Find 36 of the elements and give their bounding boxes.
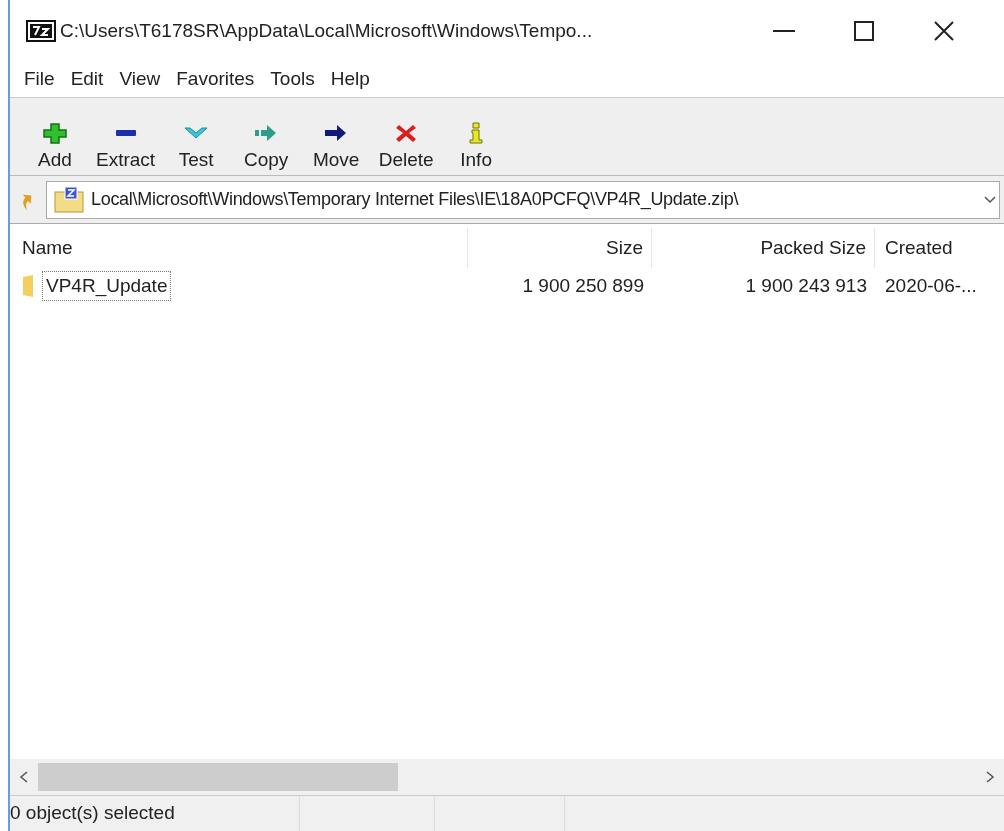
toolbar-button[interactable]: Move — [301, 122, 372, 169]
minus-icon — [115, 130, 136, 136]
table-cell-text: 1 900 250 899 — [521, 273, 645, 298]
chevron-down-icon[interactable] — [983, 194, 997, 205]
table-cell-text: 2020-06-... — [884, 273, 977, 298]
archive-icon — [53, 185, 85, 214]
file-row[interactable]: VP4R_Update 1 900 250 899 1 900 243 913 2020-06-... — [10, 268, 1004, 304]
menu-item[interactable]: Help — [324, 65, 376, 94]
toolbar-button[interactable]: Add — [20, 122, 90, 169]
status-text: 0 object(s) selected — [10, 801, 175, 826]
toolbar-button[interactable]: Copy — [231, 122, 302, 169]
menu-item[interactable]: View — [113, 65, 167, 94]
toolbar-button[interactable]: Delete — [371, 122, 442, 169]
maximize-icon — [854, 21, 874, 41]
window-title: C:\Users\T6178SR\AppData\Local\Microsoft\Windows\Tempo... — [60, 18, 593, 43]
menu-item[interactable]: Favorites — [170, 65, 261, 94]
close-icon — [934, 21, 954, 41]
toolbar-button[interactable]: Info — [441, 122, 512, 169]
column-header[interactable]: Name — [10, 228, 468, 268]
folder-icon — [22, 274, 36, 298]
scrollbar-thumb[interactable] — [38, 763, 398, 791]
column-header[interactable]: Created — [875, 228, 953, 268]
menu-item[interactable]: Edit — [64, 65, 110, 94]
toolbar-button[interactable]: Extract — [90, 122, 162, 169]
minimize-icon — [773, 30, 795, 32]
toolbar-button[interactable]: Test — [161, 122, 232, 169]
menu-item[interactable]: File — [18, 65, 61, 94]
address-field[interactable]: Local\Microsoft\Windows\Temporary Internet Files\IE\18A0PCFQ\VP4R_Update.zip\ — [46, 180, 1000, 219]
horizontal-scrollbar[interactable] — [10, 759, 1004, 795]
menu-item[interactable]: Tools — [264, 65, 321, 94]
plus-icon — [42, 122, 68, 144]
app-logo-icon — [26, 20, 56, 42]
column-header[interactable]: Size — [468, 228, 652, 268]
column-header[interactable]: Packed Size — [652, 228, 875, 268]
file-name: VP4R_Update — [42, 270, 172, 302]
table-cell-text: 1 900 243 913 — [744, 273, 868, 298]
